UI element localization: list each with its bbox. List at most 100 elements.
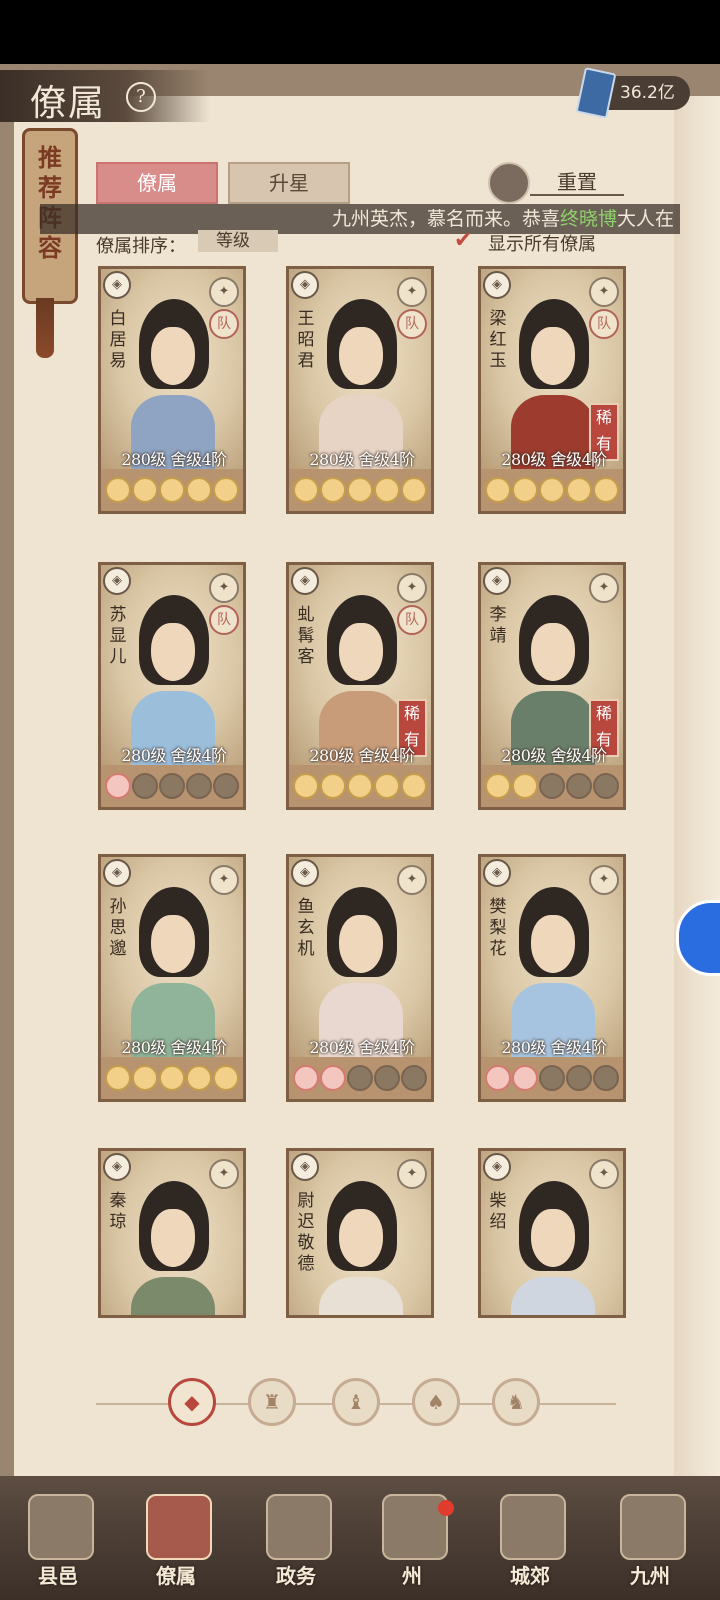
sort-dropdown[interactable]: 等级: [198, 230, 278, 252]
level-value: 280级: [121, 1038, 166, 1057]
portrait-face: [151, 915, 195, 973]
retainer-card[interactable]: ◈ ✦ 鱼玄机 280级 舍级4阶: [286, 854, 434, 1102]
level-value: 280级: [501, 450, 546, 469]
moon-star-icon: [185, 1065, 212, 1091]
moon-star-icon: [592, 477, 619, 503]
skill-icon: ✦: [209, 573, 239, 603]
nav-label: 政务: [276, 1564, 316, 1588]
nav-jiuzhou[interactable]: 九州: [600, 1484, 700, 1594]
help-icon[interactable]: ?: [126, 82, 156, 112]
portrait-face: [339, 623, 383, 681]
moon-star-icon: [373, 477, 400, 503]
filter-fan-icon[interactable]: ♠: [412, 1378, 460, 1426]
character-portrait: [511, 595, 595, 771]
category-icon: ◈: [483, 271, 511, 299]
show-all-checkbox[interactable]: ✔: [454, 230, 476, 252]
county-icon: [28, 1494, 94, 1560]
skill-icon: ✦: [397, 573, 427, 603]
stage-value: 舍级4阶: [358, 746, 415, 765]
moon-star-icon: [212, 773, 239, 799]
character-portrait: [319, 299, 403, 475]
moon-star-icon: [592, 1065, 619, 1091]
retainer-name: 苏显儿: [109, 605, 127, 667]
moon-star-icon: [158, 1065, 185, 1091]
moon-star-icon: [212, 477, 239, 503]
moon-star-icon: [485, 477, 512, 503]
moon-star-icon: [320, 477, 347, 503]
portrait-face: [531, 1209, 575, 1267]
star-row: [289, 1057, 431, 1099]
character-portrait: [319, 1181, 403, 1315]
filter-gourd-icon[interactable]: ♝: [332, 1378, 380, 1426]
tab-retainers[interactable]: 僚属: [96, 162, 218, 204]
level-value: 280级: [309, 746, 354, 765]
retainer-card[interactable]: ◈ ✦ 队 王昭君 280级 舍级4阶: [286, 266, 434, 514]
portrait-face: [339, 327, 383, 385]
moon-star-icon: [293, 1065, 320, 1091]
moon-star-icon: [346, 773, 373, 799]
category-icon: ◈: [103, 859, 131, 887]
retainer-card[interactable]: ◈ ✦ 队虬髯客 稀有 280级 舍级4阶: [286, 562, 434, 810]
moon-star-icon: [293, 477, 320, 503]
page-title: 僚属: [30, 83, 107, 124]
character-portrait: [131, 887, 215, 1063]
filter-beast-icon[interactable]: ♞: [492, 1378, 540, 1426]
moon-star-icon: [132, 1065, 159, 1091]
tab-star-up[interactable]: 升星: [228, 162, 350, 204]
portrait-face: [151, 1209, 195, 1267]
filter-civil-icon[interactable]: ♜: [248, 1378, 296, 1426]
reset-button[interactable]: 重置: [530, 166, 624, 196]
level-value: 280级: [121, 450, 166, 469]
retainer-card[interactable]: ◈ ✦ 李靖 稀有 280级 舍级4阶: [478, 562, 626, 810]
currency-display[interactable]: 36.2亿: [575, 67, 690, 119]
retainers-icon: [146, 1494, 212, 1560]
nav-suburb[interactable]: 城郊: [480, 1484, 580, 1594]
portrait-robe: [131, 1277, 215, 1315]
level-info: 280级 舍级4阶: [291, 449, 431, 471]
skill-icon: ✦: [589, 1159, 619, 1189]
retainer-card[interactable]: ◈ ✦ 尉迟敬德: [286, 1148, 434, 1318]
level-info: 280级 舍级4阶: [103, 449, 243, 471]
character-portrait: [511, 887, 595, 1063]
moon-star-icon: [485, 773, 512, 799]
retainer-card[interactable]: ◈ ✦ 队 白居易 280级 舍级4阶: [98, 266, 246, 514]
retainer-card[interactable]: ◈ ✦ 秦琼: [98, 1148, 246, 1318]
notification-dot: [438, 1500, 454, 1516]
moon-star-icon: [105, 1065, 132, 1091]
category-icon: ◈: [291, 859, 319, 887]
nav-retainers[interactable]: 僚属: [126, 1484, 226, 1594]
stage-value: 舍级4阶: [170, 1038, 227, 1057]
retainer-name: 鱼玄机: [297, 897, 315, 959]
retainer-card[interactable]: ◈ ✦ 队 苏显儿 280级 舍级4阶: [98, 562, 246, 810]
character-portrait: [131, 1181, 215, 1315]
portrait-robe: [511, 1277, 595, 1315]
suburb-icon: [500, 1494, 566, 1560]
moon-star-icon: [538, 773, 565, 799]
nav-label: 城郊: [510, 1564, 550, 1588]
moon-star-icon: [346, 477, 373, 503]
retainer-card[interactable]: ◈ ✦ 队梁红玉 稀有 280级 舍级4阶: [478, 266, 626, 514]
nav-county[interactable]: 县邑: [8, 1484, 108, 1594]
skill-icon: ✦: [397, 277, 427, 307]
retainer-card[interactable]: ◈ ✦ 孙思邈 280级 舍级4阶: [98, 854, 246, 1102]
level-info: 280级 舍级4阶: [483, 745, 623, 767]
skill-icon: ✦: [209, 1159, 239, 1189]
star-row: [481, 469, 623, 511]
stage-value: 舍级4阶: [170, 450, 227, 469]
retainer-card[interactable]: ◈ ✦ 柴绍: [478, 1148, 626, 1318]
level-value: 280级: [121, 746, 166, 765]
retainer-card[interactable]: ◈ ✦ 樊梨花 280级 舍级4阶: [478, 854, 626, 1102]
stage-value: 舍级4阶: [550, 450, 607, 469]
retainer-name: 樊梨花: [489, 897, 507, 959]
level-value: 280级: [501, 746, 546, 765]
moon-star-icon: [185, 773, 212, 799]
filter-all-icon[interactable]: ◆: [168, 1378, 216, 1426]
category-icon: ◈: [103, 567, 131, 595]
level-value: 280级: [501, 1038, 546, 1057]
stage-value: 舍级4阶: [358, 1038, 415, 1057]
reset-icon[interactable]: [488, 162, 530, 204]
moon-star-icon: [185, 477, 212, 503]
team-badge: 队: [589, 309, 619, 339]
nav-affairs[interactable]: 政务: [246, 1484, 346, 1594]
skill-icon: ✦: [209, 865, 239, 895]
